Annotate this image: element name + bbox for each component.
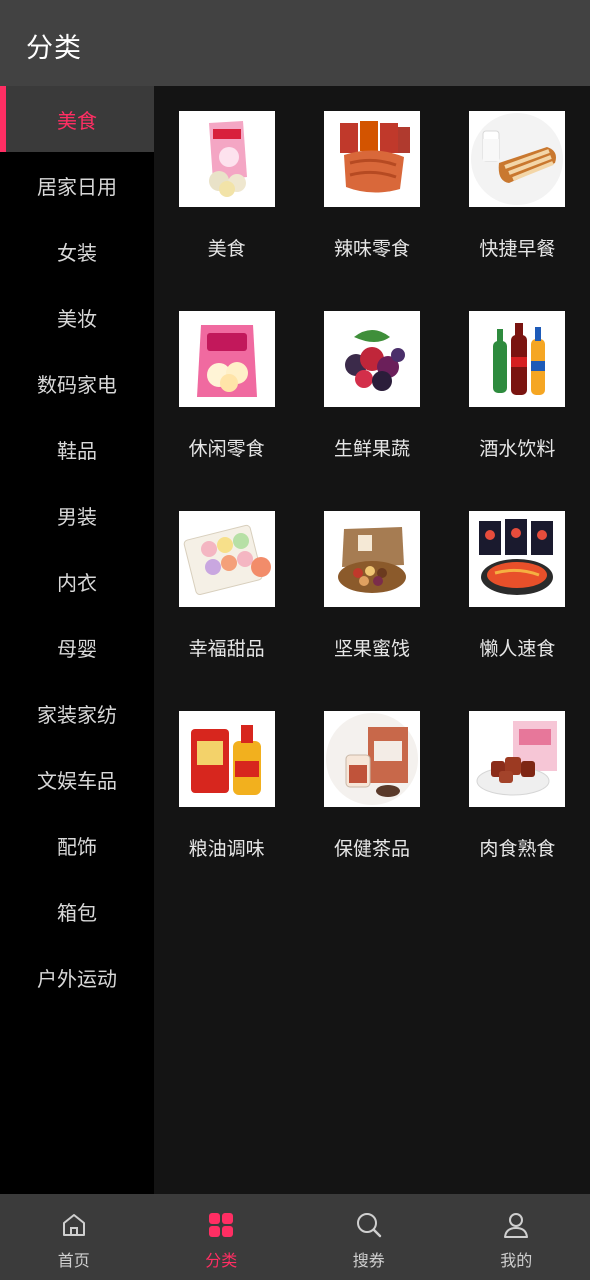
subcategory-label: 粮油调味 [188,838,265,860]
bread-milk-icon [469,111,566,207]
sidebar-item-household[interactable]: 居家日用 [0,152,154,218]
tab-label: 我的 [500,1251,533,1270]
sidebar-item-home-textiles[interactable]: 家装家纺 [0,680,154,746]
bottom-tab-bar: 首页 分类 搜券 我的 [0,1194,590,1280]
subcategory-label: 保健茶品 [333,838,410,860]
subcategory-label: 肉食熟食 [479,838,556,860]
subcategory-item[interactable]: 保健茶品 [299,711,444,861]
sidebar-item-label: 家装家纺 [37,702,117,727]
tab-label: 首页 [57,1251,90,1270]
subcategory-label: 辣味零食 [333,238,410,260]
subcategory-item[interactable]: 休闲零食 [154,311,299,461]
subcategory-item[interactable]: 粮油调味 [154,711,299,861]
sidebar-item-label: 户外运动 [37,966,117,991]
sidebar-item-entertainment-car[interactable]: 文娱车品 [0,746,154,812]
sidebar-item-baby[interactable]: 母婴 [0,614,154,680]
sidebar-item-label: 母婴 [57,636,97,661]
sidebar-item-accessories[interactable]: 配饰 [0,812,154,878]
sidebar-item-label: 配饰 [57,834,97,859]
health-tea-icon [323,711,420,807]
sidebar-item-label: 女装 [57,240,97,265]
subcategory-label: 坚果蜜饯 [333,638,410,660]
sidebar-item-womens-clothing[interactable]: 女装 [0,218,154,284]
sidebar-item-digital[interactable]: 数码家电 [0,350,154,416]
subcategory-item[interactable]: 懒人速食 [445,511,590,661]
subcategory-label: 美食 [207,238,246,260]
sidebar-item-label: 男装 [57,504,97,529]
grid-icon [206,1210,236,1240]
tab-mine[interactable]: 我的 [443,1194,590,1280]
subcategory-item[interactable]: 酒水饮料 [445,311,590,461]
subcategory-item[interactable]: 坚果蜜饯 [299,511,444,661]
subcategory-label: 生鲜果蔬 [333,438,410,460]
sidebar-item-label: 居家日用 [37,174,117,199]
braised-meat-icon [469,711,566,807]
soda-bottles-icon [469,311,566,407]
subcategory-label: 酒水饮料 [479,438,556,460]
snack-bag-icon [178,111,275,207]
sidebar-item-underwear[interactable]: 内衣 [0,548,154,614]
user-icon [501,1210,531,1240]
sidebar-item-makeup[interactable]: 美妆 [0,284,154,350]
sidebar-item-label: 鞋品 [57,438,97,463]
sidebar-item-label: 文娱车品 [37,768,117,793]
sidebar-item-mens-clothing[interactable]: 男装 [0,482,154,548]
tab-category[interactable]: 分类 [148,1194,296,1280]
berries-icon [323,311,420,407]
subcategory-item[interactable]: 幸福甜品 [154,511,299,661]
rice-oil-icon [178,711,275,807]
subcategory-item[interactable]: 快捷早餐 [445,111,590,261]
category-content: 美食 辣味零食 快捷早餐 休闲零食 生鲜果蔬 酒水饮料 幸福甜品 坚果蜜饯 懒人… [154,86,590,1194]
sidebar-item-food[interactable]: 美食 [0,86,154,152]
instant-noodles-icon [469,511,566,607]
macarons-icon [178,511,275,607]
sidebar-item-bags[interactable]: 箱包 [0,878,154,944]
nuts-box-icon [323,511,420,607]
subcategory-label: 休闲零食 [188,438,265,460]
subcategory-label: 幸福甜品 [188,638,265,660]
sidebar-item-label: 内衣 [57,570,97,595]
subcategory-label: 快捷早餐 [479,238,556,260]
sidebar-item-outdoor[interactable]: 户外运动 [0,944,154,1010]
home-icon [59,1210,89,1240]
category-sidebar: 美食 居家日用 女装 美妆 数码家电 鞋品 男装 内衣 母婴 家装家纺 文娱车品… [0,86,154,1194]
page-title: 分类 [26,33,82,64]
search-icon [354,1210,384,1240]
tab-search-coupons[interactable]: 搜券 [295,1194,443,1280]
tab-label: 搜券 [352,1251,385,1270]
subcategory-item[interactable]: 生鲜果蔬 [299,311,444,461]
subcategory-item[interactable]: 肉食熟食 [445,711,590,861]
snack-pack-icon [178,311,275,407]
subcategory-item[interactable]: 美食 [154,111,299,261]
sidebar-item-label: 箱包 [57,900,97,925]
tab-label: 分类 [205,1251,238,1270]
subcategory-item[interactable]: 辣味零食 [299,111,444,261]
subcategory-label: 懒人速食 [479,638,556,660]
sidebar-item-shoes[interactable]: 鞋品 [0,416,154,482]
tab-home[interactable]: 首页 [0,1194,148,1280]
subcategory-grid: 美食 辣味零食 快捷早餐 休闲零食 生鲜果蔬 酒水饮料 幸福甜品 坚果蜜饯 懒人… [154,111,590,861]
sidebar-item-label: 数码家电 [37,372,117,397]
spicy-jerky-icon [323,111,420,207]
sidebar-item-label: 美妆 [57,306,97,331]
sidebar-item-label: 美食 [57,108,97,133]
app-header: 分类 [0,0,590,86]
